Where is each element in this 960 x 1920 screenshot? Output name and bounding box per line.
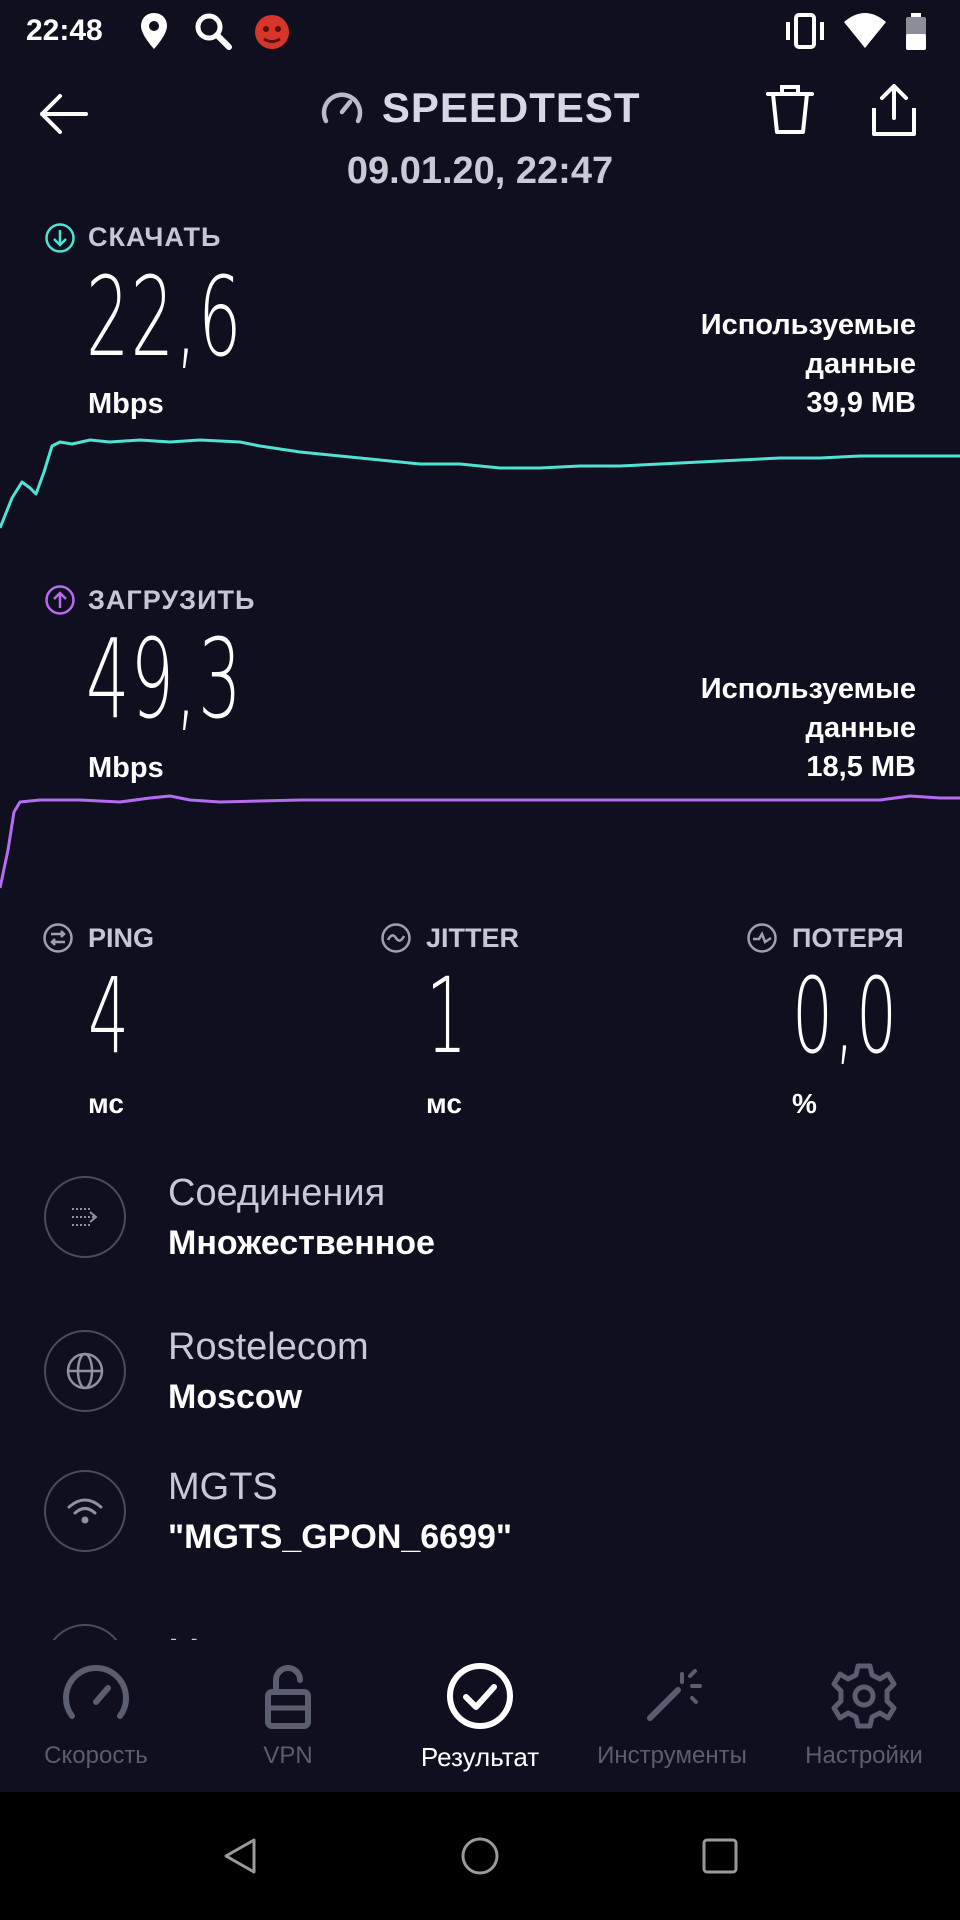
provider-row[interactable]: Rostelecom Moscow [0, 1326, 960, 1440]
connections-title: Соединения [168, 1172, 386, 1214]
system-navigation-bar [0, 1792, 960, 1920]
status-time: 22:48 [26, 14, 103, 47]
network-title: MGTS [168, 1466, 278, 1508]
nav-speed-label: Скорость [44, 1742, 148, 1769]
nav-vpn-label: VPN [263, 1742, 313, 1769]
wifi-icon [67, 1498, 103, 1524]
nav-settings-label: Настройки [805, 1742, 923, 1769]
nav-tools-label: Инструменты [597, 1742, 747, 1769]
loss-unit: % [792, 1088, 817, 1119]
nav-results-label: Результат [420, 1742, 540, 1772]
provider-title: Rostelecom [168, 1326, 369, 1368]
check-circle-icon [447, 1663, 513, 1729]
nav-speed[interactable]: Скорость [0, 1640, 192, 1792]
provider-subtitle: Moscow [168, 1378, 303, 1416]
upload-value: 49,3 [86, 615, 243, 743]
search-icon [195, 13, 232, 50]
speedometer-icon [63, 1665, 129, 1719]
ping-unit: мс [88, 1088, 124, 1119]
download-unit: Mbps [88, 388, 164, 420]
speedometer-logo-icon [322, 92, 363, 124]
ping-value: 4 [88, 955, 131, 1077]
connections-icon [72, 1208, 98, 1226]
upload-graph [0, 794, 960, 889]
nav-vpn[interactable]: VPN [192, 1640, 384, 1792]
jitter-value: 1 [426, 955, 469, 1077]
network-row[interactable]: MGTS "MGTS_GPON_6699" [0, 1466, 960, 1580]
system-back-button[interactable] [222, 1836, 258, 1876]
nav-results[interactable]: Результат [384, 1640, 576, 1792]
connections-icon-circle [44, 1176, 126, 1258]
wifi-signal-icon [844, 13, 886, 48]
upload-used-data: Используемые данные 18,5 MB [596, 670, 916, 787]
ping-label: PING [88, 923, 155, 953]
magic-wand-icon [647, 1669, 702, 1721]
battery-icon [906, 13, 926, 50]
download-label: СКАЧАТЬ [88, 222, 222, 252]
packet-loss-icon [747, 923, 777, 953]
download-graph [0, 438, 960, 529]
provider-icon-circle [44, 1330, 126, 1412]
notification-app-icon [255, 15, 289, 49]
app-title: SPEEDTEST [381, 84, 641, 131]
download-icon [45, 223, 75, 253]
delete-button[interactable] [760, 80, 820, 140]
unlock-icon [265, 1665, 311, 1729]
globe-icon [66, 1352, 104, 1390]
network-icon-circle [44, 1470, 126, 1552]
loss-label: ПОТЕРЯ [792, 923, 904, 953]
system-recents-button[interactable] [700, 1836, 740, 1876]
connections-row[interactable]: Соединения Множественное [0, 1172, 960, 1286]
jitter-label: JITTER [426, 923, 520, 953]
vibrate-icon [786, 13, 824, 49]
loss-value: 0,0 [792, 955, 899, 1077]
connections-subtitle: Множественное [168, 1224, 435, 1262]
system-home-button[interactable] [460, 1836, 500, 1876]
top-bar: SPEEDTEST 09.01.20, 22:47 [0, 64, 960, 214]
upload-used-label-1: Используемые [700, 673, 916, 705]
jitter-unit: мс [426, 1088, 462, 1119]
download-used-label-1: Используемые [700, 309, 916, 341]
upload-label: ЗАГРУЗИТЬ [88, 585, 256, 615]
nav-tools[interactable]: Инструменты [576, 1640, 768, 1792]
share-button[interactable] [862, 78, 926, 142]
download-used-label-2: данные [805, 348, 916, 380]
upload-used-label-2: данные [805, 712, 916, 744]
download-used-value: 39,9 MB [806, 387, 916, 419]
download-used-data: Используемые данные 39,9 MB [596, 306, 916, 423]
upload-icon [45, 585, 75, 615]
bottom-navigation: Скорость VPN Результат Инструменты Настр… [0, 1640, 960, 1792]
test-datetime: 09.01.20, 22:47 [346, 150, 614, 192]
ping-icon [43, 923, 73, 953]
status-bar: 22:48 [0, 0, 960, 64]
nav-settings[interactable]: Настройки [768, 1640, 960, 1792]
location-pin-icon [141, 13, 167, 49]
gear-icon [831, 1663, 897, 1729]
download-value: 22,6 [86, 253, 243, 381]
network-subtitle: "MGTS_GPON_6699" [168, 1518, 513, 1556]
jitter-icon [381, 923, 411, 953]
